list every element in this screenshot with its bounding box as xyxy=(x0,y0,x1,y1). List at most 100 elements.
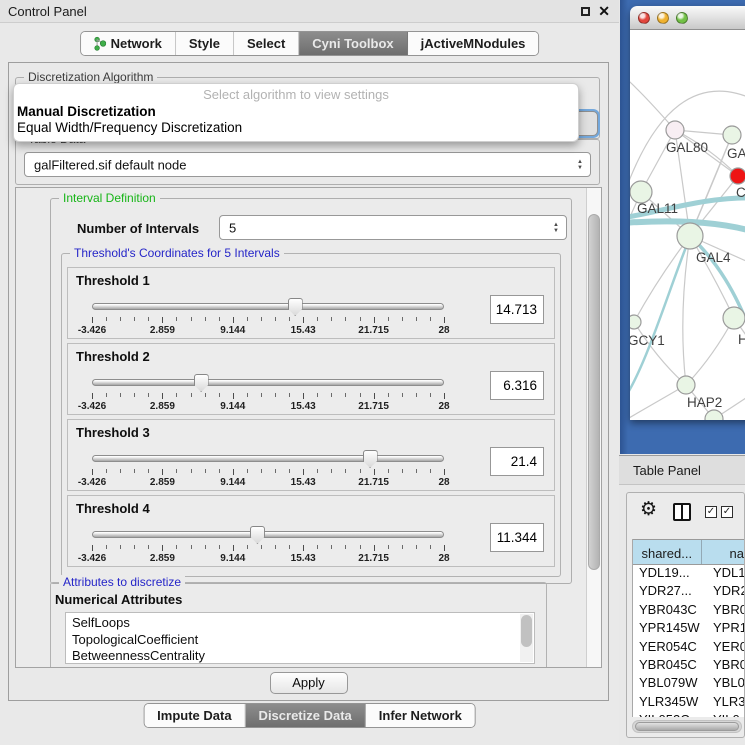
traffic-light-close-icon[interactable] xyxy=(638,12,650,24)
threshold-slider[interactable]: -3.4262.8599.14415.4321.71528 xyxy=(92,298,444,338)
checkbox-checked-icon[interactable]: ✓ xyxy=(721,506,733,518)
threshold-value-field[interactable]: 14.713 xyxy=(490,295,544,324)
close-icon[interactable]: ✕ xyxy=(598,3,610,20)
threshold-slider[interactable]: -3.4262.8599.14415.4321.71528 xyxy=(92,450,444,490)
network-node-gal11[interactable] xyxy=(630,181,652,203)
slider-tick xyxy=(233,317,234,323)
network-node-gcy1[interactable] xyxy=(630,315,641,329)
apply-button[interactable]: Apply xyxy=(270,672,348,694)
table-row[interactable]: YDL19...YDL1 xyxy=(633,565,744,583)
network-node-ga[interactable] xyxy=(723,126,741,144)
table-row[interactable]: YPR145WYPR1 xyxy=(633,620,744,638)
cell-name: YBL0 xyxy=(710,675,744,693)
network-edge[interactable] xyxy=(630,75,675,130)
tab-cyni-toolbox[interactable]: Cyni Toolbox xyxy=(299,32,407,55)
slider-tick xyxy=(191,469,192,473)
slider-track[interactable] xyxy=(92,455,444,462)
network-edge[interactable] xyxy=(630,385,686,420)
attributes-list[interactable]: SelfLoopsTopologicalCoefficientBetweenne… xyxy=(65,612,535,664)
network-node-hap2[interactable] xyxy=(677,376,695,394)
slider-thumb[interactable] xyxy=(288,298,303,316)
table-row[interactable]: YDR27...YDR2 xyxy=(633,583,744,601)
traffic-light-minimize-icon[interactable] xyxy=(657,12,669,24)
slider-thumb[interactable] xyxy=(250,526,265,544)
network-node-h[interactable] xyxy=(723,307,745,329)
slider-tick xyxy=(92,545,93,551)
slider-track[interactable] xyxy=(92,379,444,386)
table-panel-titlebar: Table Panel xyxy=(619,455,745,485)
tab-style[interactable]: Style xyxy=(176,32,234,55)
right-panel: GAL80GACGAL11GAL4GCY1HHAP2 Table Panel ⚙… xyxy=(619,0,745,745)
network-node-gal80[interactable] xyxy=(666,121,684,139)
threshold-value-field[interactable]: 6.316 xyxy=(490,371,544,400)
network-node-gal4[interactable] xyxy=(677,223,703,249)
slider-tick xyxy=(106,545,107,549)
slider-tick xyxy=(430,469,431,473)
network-edge[interactable] xyxy=(683,236,690,385)
slider-tick-label: 15.43 xyxy=(291,477,316,488)
threshold-slider[interactable]: -3.4262.8599.14415.4321.71528 xyxy=(92,374,444,414)
gear-icon[interactable]: ⚙ xyxy=(640,498,657,520)
group-title: Discretization Algorithm xyxy=(24,70,157,84)
dropdown-option[interactable]: Manual Discretization xyxy=(14,104,578,120)
slider-thumb[interactable] xyxy=(363,450,378,468)
slider-tick xyxy=(176,393,177,397)
threshold-value-field[interactable]: 11.344 xyxy=(490,523,544,552)
table-row[interactable]: YLR345WYLR3 xyxy=(633,694,744,712)
stepper-icon[interactable]: ▲▼ xyxy=(571,154,589,175)
cyni-panel: Discretization Algorithm Select algorith… xyxy=(8,62,609,701)
slider-tick xyxy=(374,393,375,399)
tab-discretize-data[interactable]: Discretize Data xyxy=(246,704,366,727)
slider-thumb[interactable] xyxy=(194,374,209,392)
slider-track[interactable] xyxy=(92,303,444,310)
table-row[interactable]: YBL079WYBL0 xyxy=(633,675,744,693)
slider-track[interactable] xyxy=(92,531,444,538)
network-canvas[interactable]: GAL80GACGAL11GAL4GCY1HHAP2 xyxy=(630,30,745,420)
vertical-scrollbar[interactable] xyxy=(586,188,601,667)
tab-label: Select xyxy=(247,36,285,51)
table-row[interactable]: YBR045CYBR0 xyxy=(633,657,744,675)
tab-jactivemnodules[interactable]: jActiveMNodules xyxy=(408,32,539,55)
attribute-list-item[interactable]: BetweennessCentrality xyxy=(72,648,518,664)
table-data-combobox[interactable]: galFiltered.sif default node ▲▼ xyxy=(24,152,591,177)
stepper-icon[interactable]: ▲▼ xyxy=(547,217,565,238)
tab-select[interactable]: Select xyxy=(234,32,299,55)
dropdown-option[interactable]: Equal Width/Frequency Discretization xyxy=(14,120,578,136)
tab-label: Cyni Toolbox xyxy=(312,36,393,51)
network-edge[interactable] xyxy=(686,318,734,385)
tab-network[interactable]: Network xyxy=(81,32,176,55)
slider-tick-label: 21.715 xyxy=(358,325,389,336)
column-header-name[interactable]: na xyxy=(702,540,744,564)
tab-impute-data[interactable]: Impute Data xyxy=(144,704,245,727)
slider-tick xyxy=(317,317,318,321)
table-row[interactable]: YER054CYER0 xyxy=(633,639,744,657)
checkbox-checked-icon[interactable]: ✓ xyxy=(705,506,717,518)
table-row[interactable]: YBR043CYBR0 xyxy=(633,602,744,620)
network-edge[interactable] xyxy=(690,236,734,318)
table-row[interactable]: YIL052CYIL0 xyxy=(633,712,744,717)
list-scrollbar[interactable] xyxy=(520,614,533,662)
slider-tick xyxy=(303,545,304,551)
slider-tick xyxy=(106,469,107,473)
float-window-icon[interactable] xyxy=(581,7,590,16)
traffic-light-zoom-icon[interactable] xyxy=(676,12,688,24)
horizontal-scrollbar[interactable] xyxy=(632,720,742,733)
attribute-list-item[interactable]: SelfLoops xyxy=(72,615,518,632)
network-edge[interactable] xyxy=(634,322,686,385)
slider-tick xyxy=(261,317,262,321)
threshold-slider[interactable]: -3.4262.8599.14415.4321.71528 xyxy=(92,526,444,566)
threshold-value-field[interactable]: 21.4 xyxy=(490,447,544,476)
node-table: shared... na YDL19...YDL1YDR27...YDR2YBR… xyxy=(632,539,744,717)
split-view-icon[interactable] xyxy=(673,503,691,521)
threshold-title: Threshold 2 xyxy=(76,349,150,364)
network-node-c[interactable] xyxy=(730,168,745,184)
slider-tick xyxy=(374,317,375,323)
attribute-list-item[interactable]: TopologicalCoefficient xyxy=(72,632,518,649)
network-node-label: GCY1 xyxy=(630,333,665,348)
combobox-value: galFiltered.sif default node xyxy=(34,157,186,172)
tab-infer-network[interactable]: Infer Network xyxy=(366,704,475,727)
slider-tick xyxy=(444,317,445,323)
num-intervals-combobox[interactable]: 5 ▲▼ xyxy=(219,215,567,240)
group-title: Threshold's Coordinates for 5 Intervals xyxy=(70,246,284,260)
column-header-shared-name[interactable]: shared... xyxy=(633,540,702,564)
